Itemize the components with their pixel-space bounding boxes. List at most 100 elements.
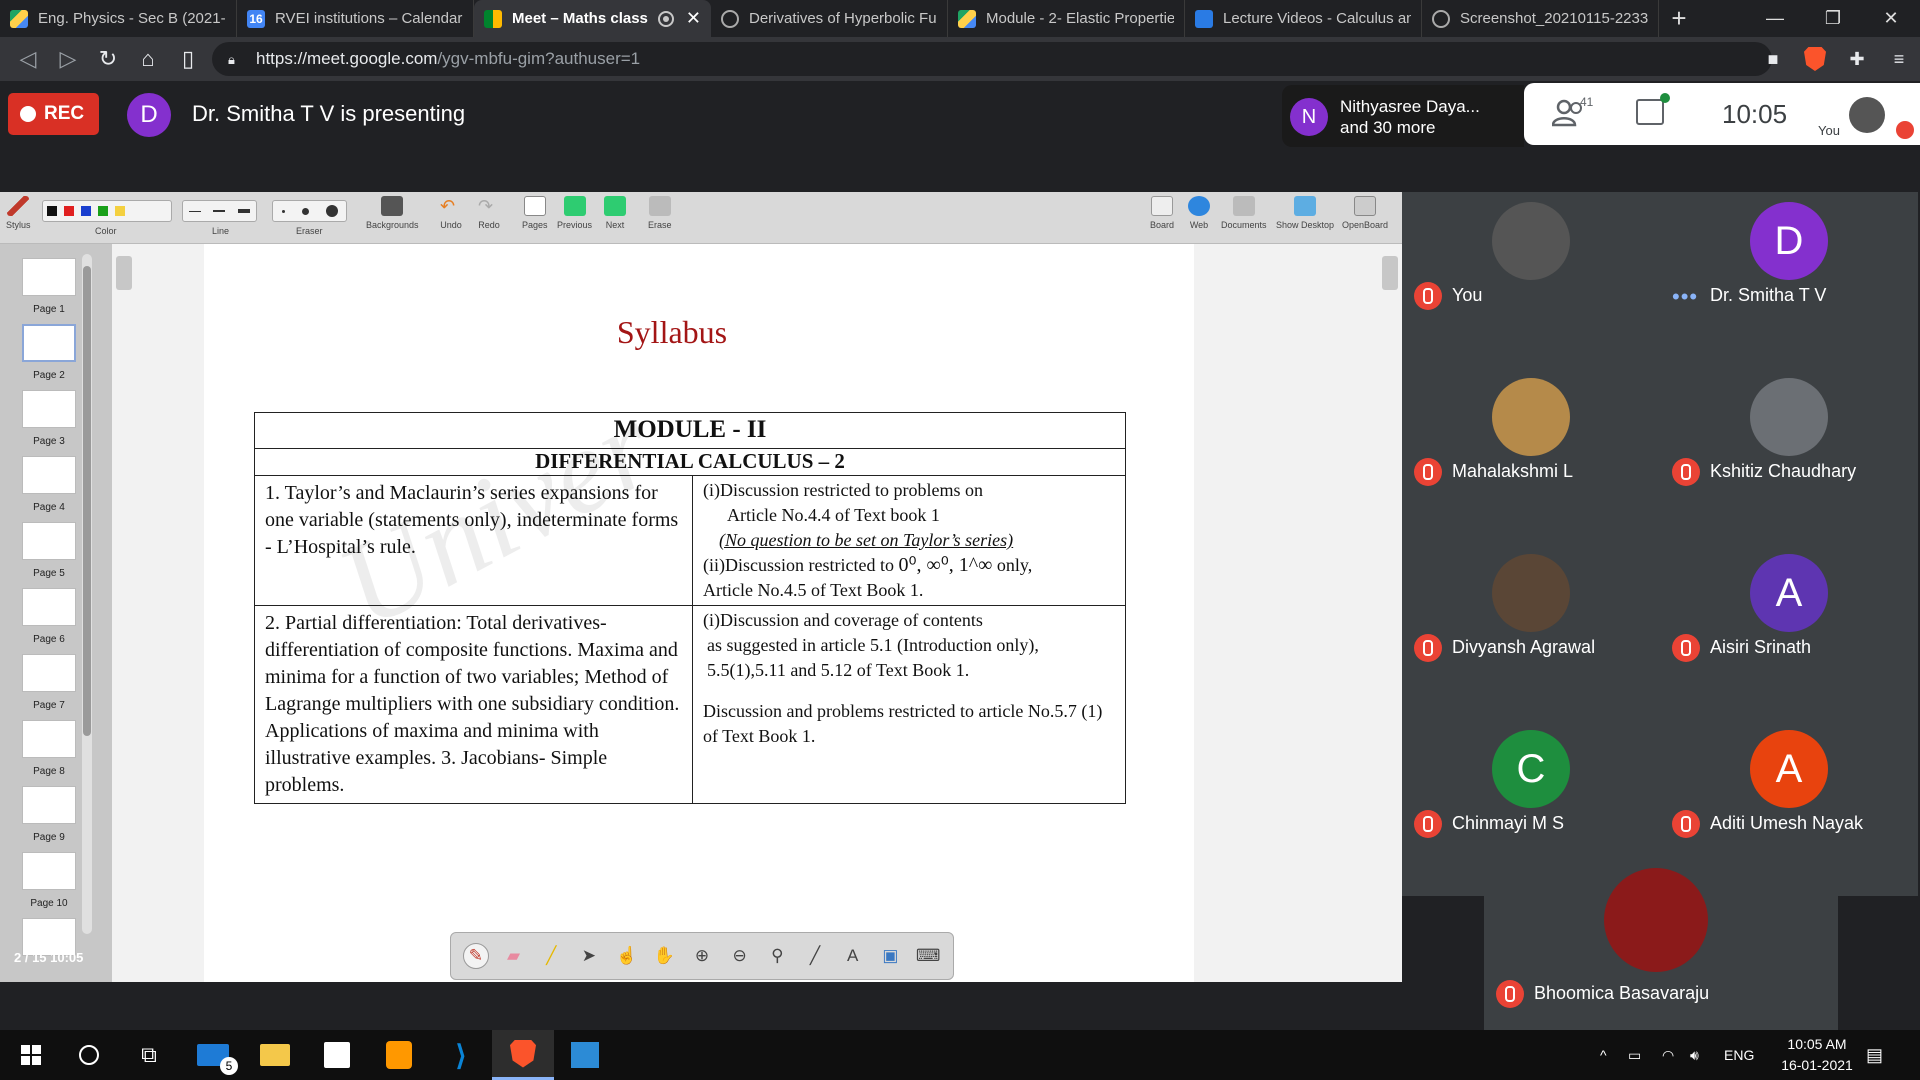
- home-icon[interactable]: ⌂: [128, 39, 168, 79]
- browser-tab[interactable]: Lecture Videos - Calculus an: [1185, 0, 1422, 37]
- file-explorer-icon[interactable]: [244, 1030, 306, 1080]
- color-swatch[interactable]: [98, 206, 108, 216]
- menu-icon[interactable]: ≡: [1878, 37, 1920, 81]
- camera-icon[interactable]: ■: [1752, 37, 1794, 81]
- store-icon[interactable]: [306, 1030, 368, 1080]
- join-notification[interactable]: N Nithyasree Daya... and 30 more: [1282, 85, 1524, 147]
- page-thumbnail-selected[interactable]: [22, 324, 76, 362]
- redo-tool[interactable]: ↷ Redo: [478, 196, 500, 230]
- browser-tab[interactable]: Screenshot_20210115-22332: [1422, 0, 1659, 37]
- recording-button[interactable]: REC: [8, 93, 99, 135]
- undo-tool[interactable]: ↶ Undo: [440, 196, 462, 230]
- windows-start-icon[interactable]: [0, 1030, 62, 1080]
- page-thumbnail[interactable]: [22, 654, 76, 692]
- participant-tile[interactable]: Divyansh Agrawal: [1402, 544, 1660, 720]
- thumbnail-scrollbar[interactable]: [82, 254, 92, 934]
- right-panel-handle[interactable]: [1382, 256, 1398, 290]
- tray-chevron-icon[interactable]: ^: [1600, 1030, 1607, 1080]
- color-swatch[interactable]: [81, 206, 91, 216]
- color-swatch[interactable]: [47, 206, 57, 216]
- line-width-selector[interactable]: [182, 200, 257, 222]
- next-tool[interactable]: Next: [604, 196, 626, 230]
- remark-line: Article No.4.4 of Text book 1: [727, 505, 940, 525]
- laser-icon[interactable]: ⚲: [764, 943, 790, 969]
- backgrounds-tool[interactable]: Backgrounds: [366, 196, 419, 230]
- marker-icon[interactable]: ╱: [538, 943, 564, 969]
- hand-pointer-icon[interactable]: ☝: [614, 943, 640, 969]
- brave-browser-icon[interactable]: [492, 1030, 554, 1080]
- keyboard-icon[interactable]: ⌨: [915, 943, 941, 969]
- chat-icon[interactable]: [1636, 93, 1670, 125]
- hand-icon[interactable]: ✋: [651, 943, 677, 969]
- url-host: https://meet.google.com: [256, 49, 438, 68]
- search-icon[interactable]: [58, 1030, 120, 1080]
- participant-tile[interactable]: Mahalakshmi L: [1402, 368, 1660, 544]
- pages-tool[interactable]: Pages: [522, 196, 548, 230]
- new-tab-button[interactable]: +: [1659, 0, 1699, 37]
- browser-tab-active[interactable]: Meet – Maths class ✕: [474, 0, 711, 37]
- color-swatch[interactable]: [64, 206, 74, 216]
- notifications-icon[interactable]: ▤: [1866, 1030, 1883, 1080]
- page-thumbnail[interactable]: [22, 786, 76, 824]
- reload-icon[interactable]: ↻: [88, 39, 128, 79]
- page-thumbnail[interactable]: [22, 456, 76, 494]
- extensions-icon[interactable]: ✚: [1836, 37, 1878, 81]
- back-icon[interactable]: ◁: [8, 39, 48, 79]
- browser-tab[interactable]: 16 RVEI institutions – Calendar: [237, 0, 474, 37]
- participant-tile[interactable]: D ••• Dr. Smitha T V: [1660, 192, 1918, 368]
- color-palette[interactable]: [42, 200, 172, 222]
- pen-icon[interactable]: ✎: [462, 943, 489, 969]
- web-mode[interactable]: Web: [1188, 196, 1210, 230]
- page-thumbnail[interactable]: [22, 390, 76, 428]
- page-thumbnail[interactable]: [22, 522, 76, 560]
- language-indicator[interactable]: ENG: [1724, 1030, 1754, 1080]
- zoom-in-icon[interactable]: ⊕: [689, 943, 715, 969]
- erase-tool[interactable]: Erase: [648, 196, 672, 230]
- show-desktop-mode[interactable]: Show Desktop: [1276, 196, 1334, 230]
- stylus-tool[interactable]: Stylus: [6, 196, 31, 230]
- browser-tab[interactable]: Module - 2- Elastic Propertie: [948, 0, 1185, 37]
- page-thumbnail[interactable]: [22, 258, 76, 296]
- bookmark-icon[interactable]: ▯: [168, 39, 208, 79]
- participant-tile[interactable]: Bhoomica Basavaraju: [1484, 854, 1838, 1030]
- openboard-menu[interactable]: OpenBoard: [1342, 196, 1388, 230]
- globe-icon: [1432, 9, 1450, 28]
- vscode-icon[interactable]: ⟩: [430, 1030, 492, 1080]
- zoom-out-icon[interactable]: ⊖: [727, 943, 753, 969]
- sublime-text-icon[interactable]: [368, 1030, 430, 1080]
- color-swatch[interactable]: [115, 206, 125, 216]
- close-tab-icon[interactable]: ✕: [686, 8, 701, 29]
- line-icon[interactable]: ╱: [802, 943, 828, 969]
- forward-icon[interactable]: ▷: [48, 39, 88, 79]
- capture-icon[interactable]: ▣: [877, 943, 903, 969]
- minimize-icon[interactable]: —: [1746, 0, 1804, 37]
- text-icon[interactable]: A: [840, 943, 866, 969]
- meet-controls: 41 10:05 You: [1524, 83, 1920, 145]
- participant-tile[interactable]: You: [1402, 192, 1660, 368]
- board-mode[interactable]: Board: [1150, 196, 1174, 230]
- wifi-icon[interactable]: ◠: [1662, 1030, 1674, 1080]
- left-panel-handle[interactable]: [116, 256, 132, 290]
- documents-mode[interactable]: Documents: [1221, 196, 1267, 230]
- browser-tab[interactable]: Derivatives of Hyperbolic Fu: [711, 0, 948, 37]
- brave-shields-button[interactable]: [1794, 37, 1836, 81]
- page-thumbnail[interactable]: [22, 588, 76, 626]
- browser-tab[interactable]: Eng. Physics - Sec B (2021-0: [0, 0, 237, 37]
- photos-icon[interactable]: [554, 1030, 616, 1080]
- mail-icon[interactable]: 5: [182, 1030, 244, 1080]
- previous-tool[interactable]: Previous: [557, 196, 592, 230]
- participant-tile[interactable]: Kshitiz Chaudhary: [1660, 368, 1918, 544]
- page-thumbnail[interactable]: [22, 852, 76, 890]
- maximize-icon[interactable]: ❐: [1804, 0, 1862, 37]
- pointer-icon[interactable]: ➤: [576, 943, 602, 969]
- address-bar[interactable]: 🔒︎ https://meet.google.com/ygv-mbfu-gim?…: [212, 42, 1772, 76]
- battery-icon[interactable]: ▭: [1628, 1030, 1641, 1080]
- participant-tile[interactable]: A Aisiri Srinath: [1660, 544, 1918, 720]
- eraser-size-selector[interactable]: [272, 200, 347, 222]
- volume-icon[interactable]: 🔊︎: [1690, 1030, 1699, 1080]
- eraser-icon[interactable]: ▰: [501, 943, 527, 969]
- task-view-icon[interactable]: ⧉: [118, 1030, 180, 1080]
- page-thumbnail[interactable]: [22, 720, 76, 758]
- close-window-icon[interactable]: ✕: [1862, 0, 1920, 37]
- taskbar-clock[interactable]: 10:05 AM 16-01-2021: [1772, 1034, 1862, 1076]
